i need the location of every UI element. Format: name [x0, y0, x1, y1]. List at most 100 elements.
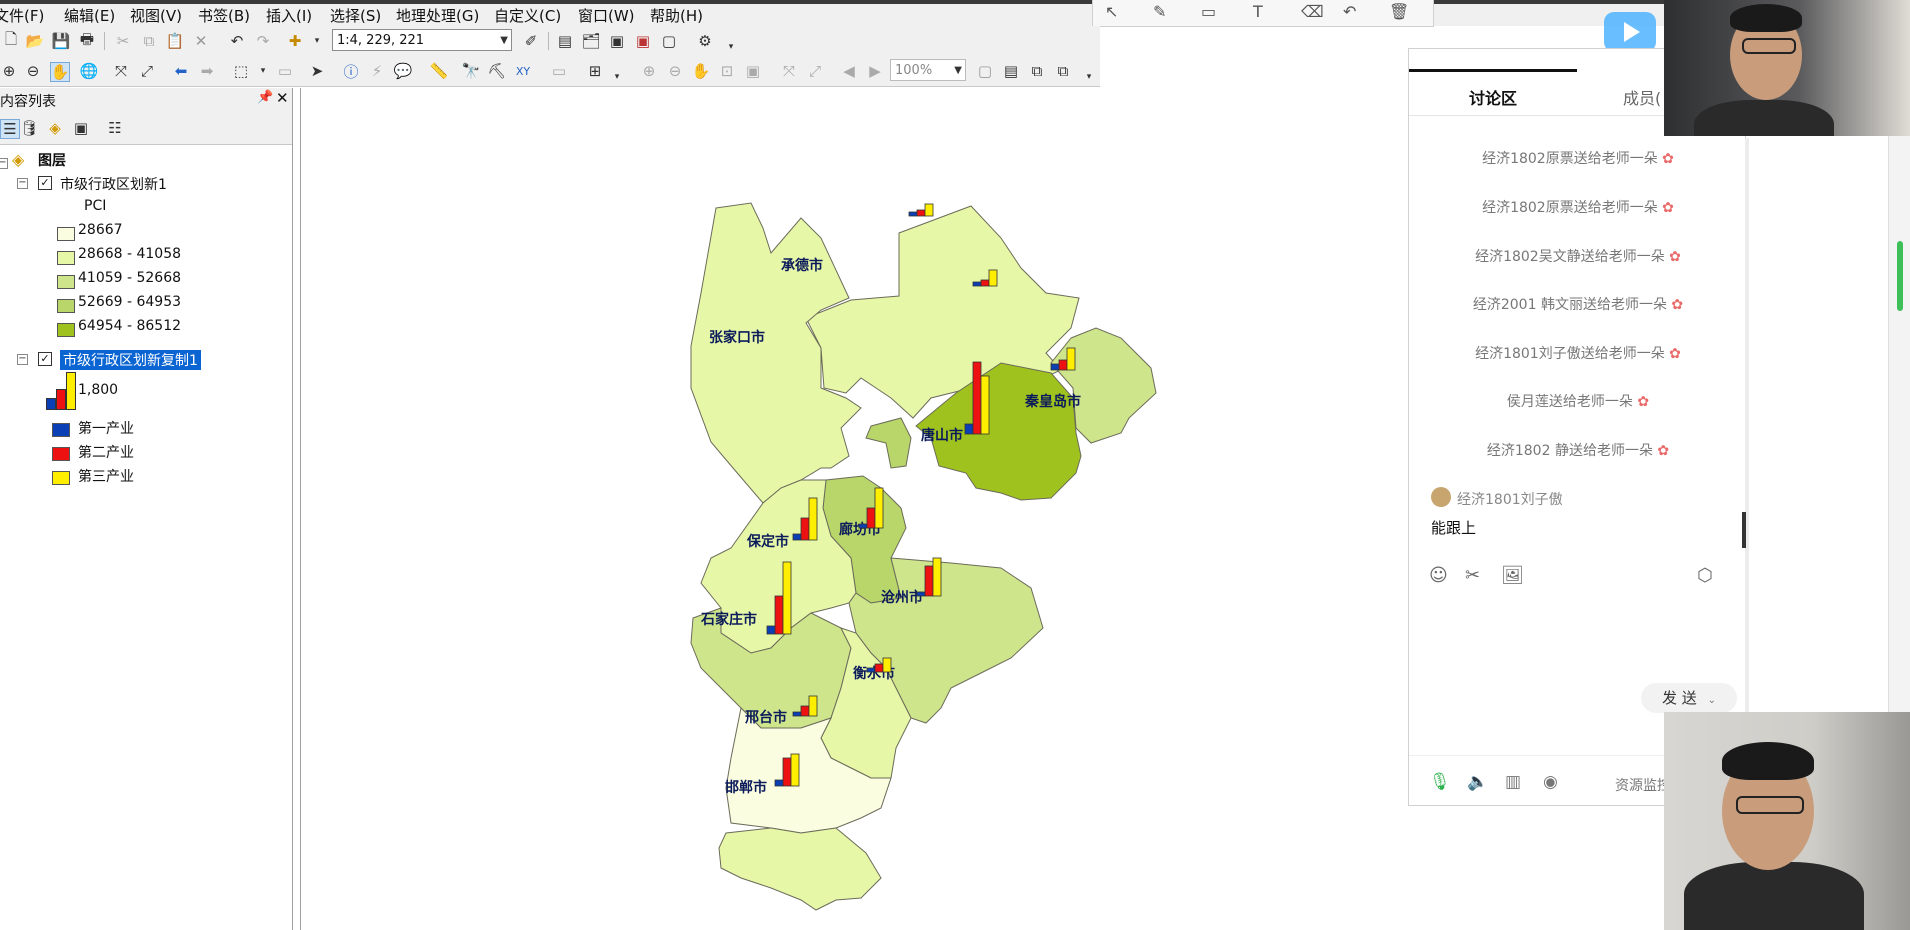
layer1-name[interactable]: 市级行政区划新1 — [60, 174, 167, 194]
zoom-in-icon[interactable]: ⊕ — [0, 62, 18, 80]
create-viewer-icon[interactable]: ⊞ — [586, 62, 604, 80]
chat-scroll-thumb[interactable] — [1742, 512, 1746, 548]
layers-group-label[interactable]: 图层 — [38, 150, 66, 170]
data-driven-pages-icon[interactable]: ⧉ — [1054, 62, 1072, 80]
region-handan[interactable] — [718, 827, 882, 911]
send-button[interactable]: 发 送 ⌄ — [1641, 683, 1737, 713]
undo-icon[interactable]: ↶ — [1343, 2, 1356, 21]
undo-icon[interactable]: ↶ — [228, 32, 246, 50]
list-by-selection-icon[interactable]: ▣ — [72, 119, 90, 137]
add-data-icon[interactable]: ✚ — [286, 32, 304, 50]
focus-frame-icon[interactable]: ▤ — [1002, 62, 1020, 80]
resource-monitor-link[interactable]: 资源监控 — [1615, 775, 1671, 795]
layout-fixed-in-icon[interactable]: ⤧ — [780, 62, 798, 80]
paste-icon[interactable]: 📋 — [166, 32, 185, 50]
redo-icon[interactable]: ↷ — [254, 32, 272, 50]
html-popup-icon[interactable]: 💬 — [394, 62, 413, 80]
find-route-icon[interactable]: ⛏ — [487, 62, 506, 80]
emoji-icon[interactable]: ☺ — [1429, 565, 1448, 586]
pin-icon[interactable]: 📌 — [257, 90, 273, 105]
select-elements-icon[interactable]: ➤ — [308, 62, 326, 80]
eraser-icon[interactable]: ⌫ — [1301, 2, 1324, 21]
list-by-drawing-order-icon[interactable]: ☰ — [0, 119, 20, 139]
tools-options-icon[interactable]: ▾ — [608, 68, 626, 86]
fixed-zoom-in-icon[interactable]: ⤧ — [112, 62, 130, 80]
menu-edit[interactable]: 编辑(E) — [64, 5, 115, 26]
table-icon[interactable]: ▤ — [556, 32, 574, 50]
microphone-icon[interactable]: 🎙 — [1429, 772, 1451, 792]
text-icon[interactable]: T — [1253, 2, 1263, 21]
zoom-out-icon[interactable]: ⊖ — [24, 62, 42, 80]
scissors-icon[interactable]: ✂ — [1465, 565, 1480, 586]
copy-icon[interactable]: ⧉ — [140, 32, 158, 50]
identify-icon[interactable]: ⓘ — [342, 62, 360, 81]
menu-insert[interactable]: 插入(I) — [266, 5, 312, 26]
location-icon[interactable]: ◉ — [1543, 772, 1558, 792]
pen-icon[interactable]: ✎ — [1153, 2, 1166, 21]
pan-icon[interactable]: ✋ — [50, 62, 70, 82]
measure-icon[interactable]: 📏 — [430, 62, 449, 80]
menu-view[interactable]: 视图(V) — [130, 5, 182, 26]
menu-window[interactable]: 窗口(W) — [578, 5, 635, 26]
layout-options-icon[interactable]: ▾ — [1080, 68, 1098, 86]
arctoolbox-icon[interactable]: ▣ — [634, 32, 652, 50]
layout-fixed-out-icon[interactable]: ⤢ — [806, 62, 824, 80]
settings-hexagon-icon[interactable]: ⬡ — [1697, 565, 1713, 586]
editor-icon[interactable]: ✐ — [522, 32, 540, 50]
list-by-visibility-icon[interactable]: ◈ — [46, 119, 64, 137]
toggle-draft-icon[interactable]: ▢ — [976, 62, 994, 80]
back-icon[interactable]: ⬅ — [172, 62, 190, 80]
rectangle-icon[interactable]: ▭ — [1201, 2, 1216, 21]
print-icon[interactable]: 🖶 — [78, 30, 96, 50]
layout-zoom-out-icon[interactable]: ⊖ — [666, 62, 684, 80]
add-data-dropdown-icon[interactable]: ▾ — [308, 32, 326, 50]
collapse-layer2-icon[interactable]: − — [17, 354, 28, 365]
collapse-layer1-icon[interactable]: − — [17, 178, 28, 189]
clear-selection-icon[interactable]: ▭ — [276, 62, 294, 80]
layer2-visibility-checkbox[interactable]: ✓ — [38, 352, 52, 366]
new-document-icon[interactable]: 🗋 — [2, 30, 20, 50]
toolbar-options-icon[interactable]: ▾ — [722, 38, 740, 56]
layout-pan-icon[interactable]: ✋ — [692, 62, 711, 80]
layer1-visibility-checkbox[interactable]: ✓ — [38, 176, 52, 190]
map-view[interactable]: 承德市 张家口市 秦皇岛市 唐山市 廊坊市 保定市 沧州市 石家庄市 衡水市 邢台市 邯郸市 — [300, 88, 1411, 930]
menu-selection[interactable]: 选择(S) — [330, 5, 381, 26]
speaker-icon[interactable]: 🔈 — [1467, 772, 1488, 792]
menu-customize[interactable]: 自定义(C) — [494, 5, 561, 26]
delete-icon[interactable]: ✕ — [192, 32, 210, 50]
menu-bookmarks[interactable]: 书签(B) — [198, 5, 250, 26]
map-scale-combo[interactable]: 1:4, 229, 221 ▼ — [332, 29, 512, 51]
select-dropdown-icon[interactable]: ▾ — [254, 62, 272, 80]
list-by-source-icon[interactable]: 🛢 — [19, 119, 38, 137]
cut-icon[interactable]: ✂ — [114, 32, 132, 50]
layer2-name[interactable]: 市级行政区划新复制1 — [60, 350, 201, 370]
python-window-icon[interactable]: ▢ — [660, 32, 678, 50]
open-icon[interactable]: 📂 — [26, 32, 45, 50]
catalog-icon[interactable]: 🗂 — [581, 32, 600, 50]
layout-zoom-in-icon[interactable]: ⊕ — [640, 62, 658, 80]
menu-file[interactable]: 文件(F) — [0, 5, 44, 26]
pointer-icon[interactable]: ↖ — [1105, 2, 1118, 21]
find-icon[interactable]: 🔭 — [462, 62, 481, 80]
fixed-zoom-out-icon[interactable]: ⤢ — [138, 62, 156, 80]
tab-members[interactable]: 成员( — [1623, 85, 1661, 109]
tab-discussion[interactable]: 讨论区 — [1469, 85, 1517, 109]
search-window-icon[interactable]: ▣ — [608, 32, 626, 50]
layout-zoom-combo[interactable]: 100% ▼ — [890, 59, 966, 81]
signal-icon[interactable]: ▥ — [1505, 772, 1521, 792]
menu-geoprocessing[interactable]: 地理处理(G) — [396, 5, 479, 26]
chevron-down-icon[interactable]: ⌄ — [1708, 695, 1716, 706]
change-layout-icon[interactable]: ⧉ — [1028, 62, 1046, 80]
menu-help[interactable]: 帮助(H) — [650, 5, 703, 26]
time-slider-icon[interactable]: ▭ — [550, 62, 568, 80]
full-extent-icon[interactable]: 🌐 — [80, 62, 99, 80]
trash-icon[interactable]: 🗑 — [1389, 2, 1409, 21]
layout-forward-icon[interactable]: ▶ — [866, 62, 884, 80]
image-icon[interactable]: 🖼 — [1501, 565, 1524, 586]
model-builder-icon[interactable]: ⚙ — [696, 32, 714, 50]
options-icon[interactable]: ☷ — [106, 119, 124, 137]
close-icon[interactable]: ✕ — [276, 89, 289, 107]
avatar[interactable] — [1431, 487, 1451, 507]
layout-full-icon[interactable]: ⊡ — [718, 62, 736, 80]
region-sanhe[interactable] — [865, 417, 912, 469]
